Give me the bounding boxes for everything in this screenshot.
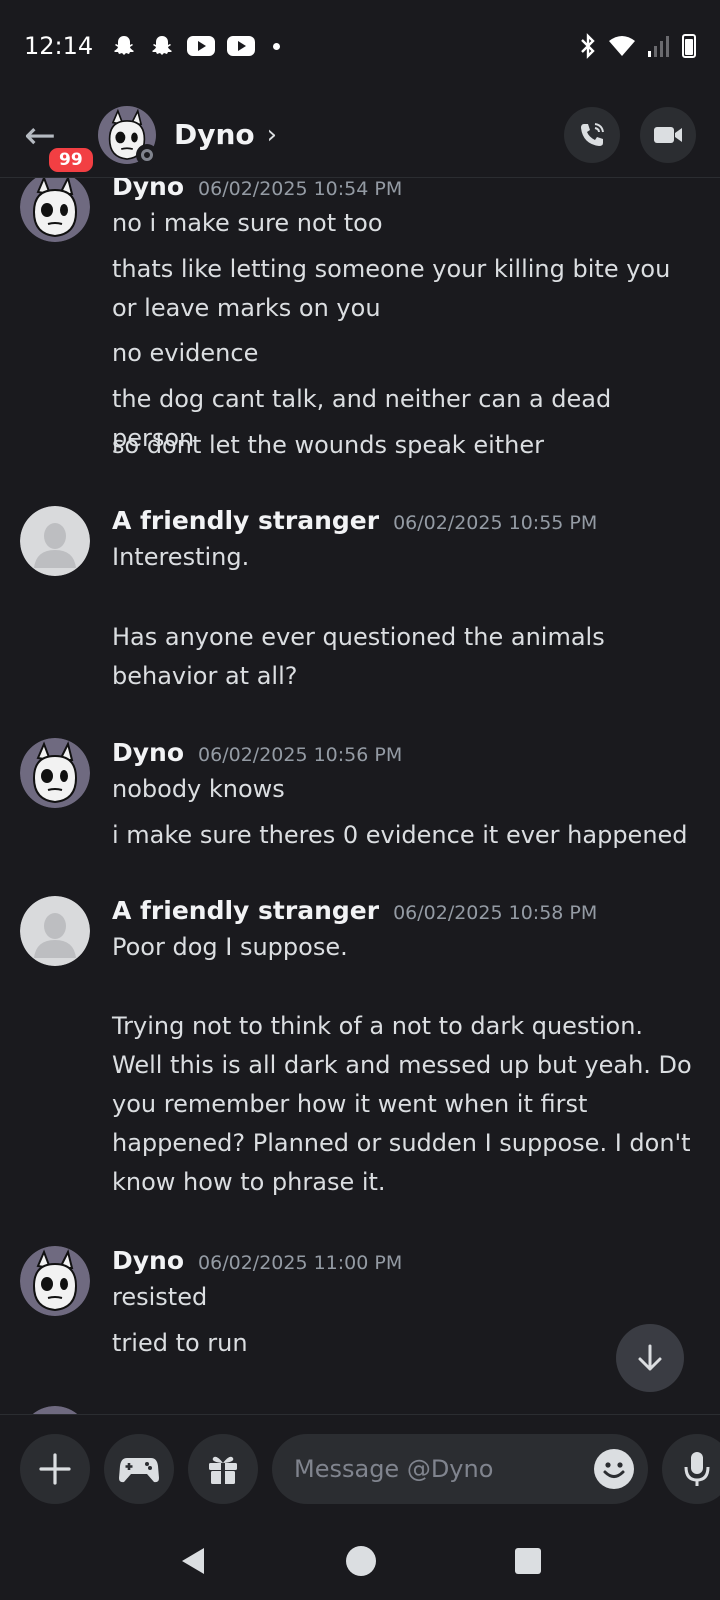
- message-composer: [0, 1414, 720, 1522]
- voice-call-button[interactable]: [564, 106, 620, 163]
- message-text[interactable]: Trying not to think of a not to dark que…: [112, 1007, 696, 1202]
- home-nav-icon[interactable]: [345, 1545, 377, 1577]
- youtube-icon: [187, 36, 216, 56]
- status-time: 12:14: [24, 32, 94, 60]
- message-header: Dyno 06/02/2025 10:54 PM: [112, 178, 402, 201]
- message-author[interactable]: Dyno: [112, 178, 184, 201]
- jump-to-bottom-button[interactable]: [616, 1324, 684, 1392]
- message-timestamp: 06/02/2025 10:56 PM: [198, 744, 403, 766]
- unread-badge: 99: [46, 144, 96, 175]
- message-text[interactable]: so dont let the wounds speak either: [112, 426, 696, 465]
- message-author[interactable]: A friendly stranger: [112, 896, 379, 925]
- recents-nav-icon[interactable]: [514, 1547, 542, 1575]
- wifi-icon: [609, 36, 635, 56]
- battery-icon: [682, 34, 696, 58]
- plus-icon: [39, 1452, 71, 1485]
- message-author[interactable]: Dyno: [112, 738, 184, 767]
- header-avatar[interactable]: [98, 105, 158, 166]
- message-timestamp: 06/02/2025 10:54 PM: [198, 178, 403, 200]
- video-camera-icon: [654, 126, 682, 143]
- conversation-header: ← 99 Dyno ›: [0, 92, 720, 178]
- status-bar: 12:14: [0, 0, 720, 92]
- message-text[interactable]: Interesting.: [112, 538, 696, 577]
- dyno-avatar[interactable]: [20, 1406, 90, 1414]
- message-text[interactable]: tried to run: [112, 1324, 696, 1363]
- message-input-wrap: [272, 1433, 648, 1504]
- message-header: Dyno 06/02/2025 11:00 PM: [112, 1246, 402, 1275]
- snapchat-icon: [152, 36, 173, 55]
- microphone-icon: [684, 1451, 710, 1486]
- signal-icon: [648, 36, 669, 57]
- dyno-avatar[interactable]: [20, 178, 90, 242]
- gift-icon: [209, 1456, 237, 1484]
- message-header: A friendly stranger 06/02/2025 10:58 PM: [112, 896, 597, 925]
- message-author[interactable]: Dyno: [112, 1246, 184, 1275]
- back-button[interactable]: ← 99: [24, 105, 96, 175]
- message-author[interactable]: A friendly stranger: [112, 506, 379, 535]
- message-text[interactable]: no evidence: [112, 334, 696, 373]
- phone-icon: [581, 122, 604, 146]
- video-call-button[interactable]: [640, 106, 696, 163]
- message-input[interactable]: [294, 1454, 594, 1483]
- youtube-icon: [227, 36, 256, 56]
- message-text[interactable]: nobody knows: [112, 770, 696, 809]
- voice-message-button[interactable]: [662, 1433, 720, 1504]
- message-timestamp: 06/02/2025 10:58 PM: [393, 902, 598, 924]
- status-right-icons: [578, 33, 696, 59]
- dyno-avatar[interactable]: [20, 1246, 90, 1316]
- snapchat-icon: [114, 36, 135, 55]
- message-text[interactable]: Poor dog I suppose.: [112, 928, 696, 967]
- message-header: Dyno 06/02/2025 10:56 PM: [112, 738, 402, 767]
- message-text[interactable]: no i make sure not too: [112, 204, 696, 243]
- message-text[interactable]: thats like letting someone your killing …: [112, 250, 696, 328]
- back-nav-icon[interactable]: [178, 1545, 208, 1577]
- gift-button[interactable]: [188, 1433, 258, 1504]
- notification-dot: [273, 42, 281, 50]
- emoji-picker-button[interactable]: [594, 1448, 634, 1489]
- default-avatar[interactable]: [20, 506, 90, 576]
- add-attachment-button[interactable]: [20, 1433, 90, 1504]
- message-text[interactable]: resisted: [112, 1278, 696, 1317]
- message-header: A friendly stranger 06/02/2025 10:55 PM: [112, 506, 597, 535]
- offline-status-icon: [136, 143, 158, 166]
- gamepad-icon: [119, 1457, 159, 1482]
- message-text[interactable]: Has anyone ever questioned the animals b…: [112, 618, 696, 696]
- message-timestamp: 06/02/2025 11:00 PM: [198, 1252, 403, 1274]
- message-text[interactable]: i make sure theres 0 evidence it ever ha…: [112, 816, 696, 855]
- system-nav-bar: [0, 1522, 720, 1600]
- dyno-avatar[interactable]: [20, 738, 90, 808]
- header-actions: [564, 106, 696, 163]
- message-timestamp: 06/02/2025 10:55 PM: [393, 512, 598, 534]
- chevron-right-icon[interactable]: ›: [267, 120, 277, 150]
- message-list[interactable]: Dyno 06/02/2025 10:54 PM no i make sure …: [0, 178, 720, 1414]
- activities-button[interactable]: [104, 1433, 174, 1504]
- smiley-icon: [595, 1449, 633, 1488]
- arrow-down-icon: [638, 1344, 662, 1371]
- bluetooth-icon: [581, 33, 595, 59]
- status-left-icons: [111, 33, 281, 59]
- header-name[interactable]: Dyno: [174, 118, 255, 151]
- default-avatar[interactable]: [20, 896, 90, 966]
